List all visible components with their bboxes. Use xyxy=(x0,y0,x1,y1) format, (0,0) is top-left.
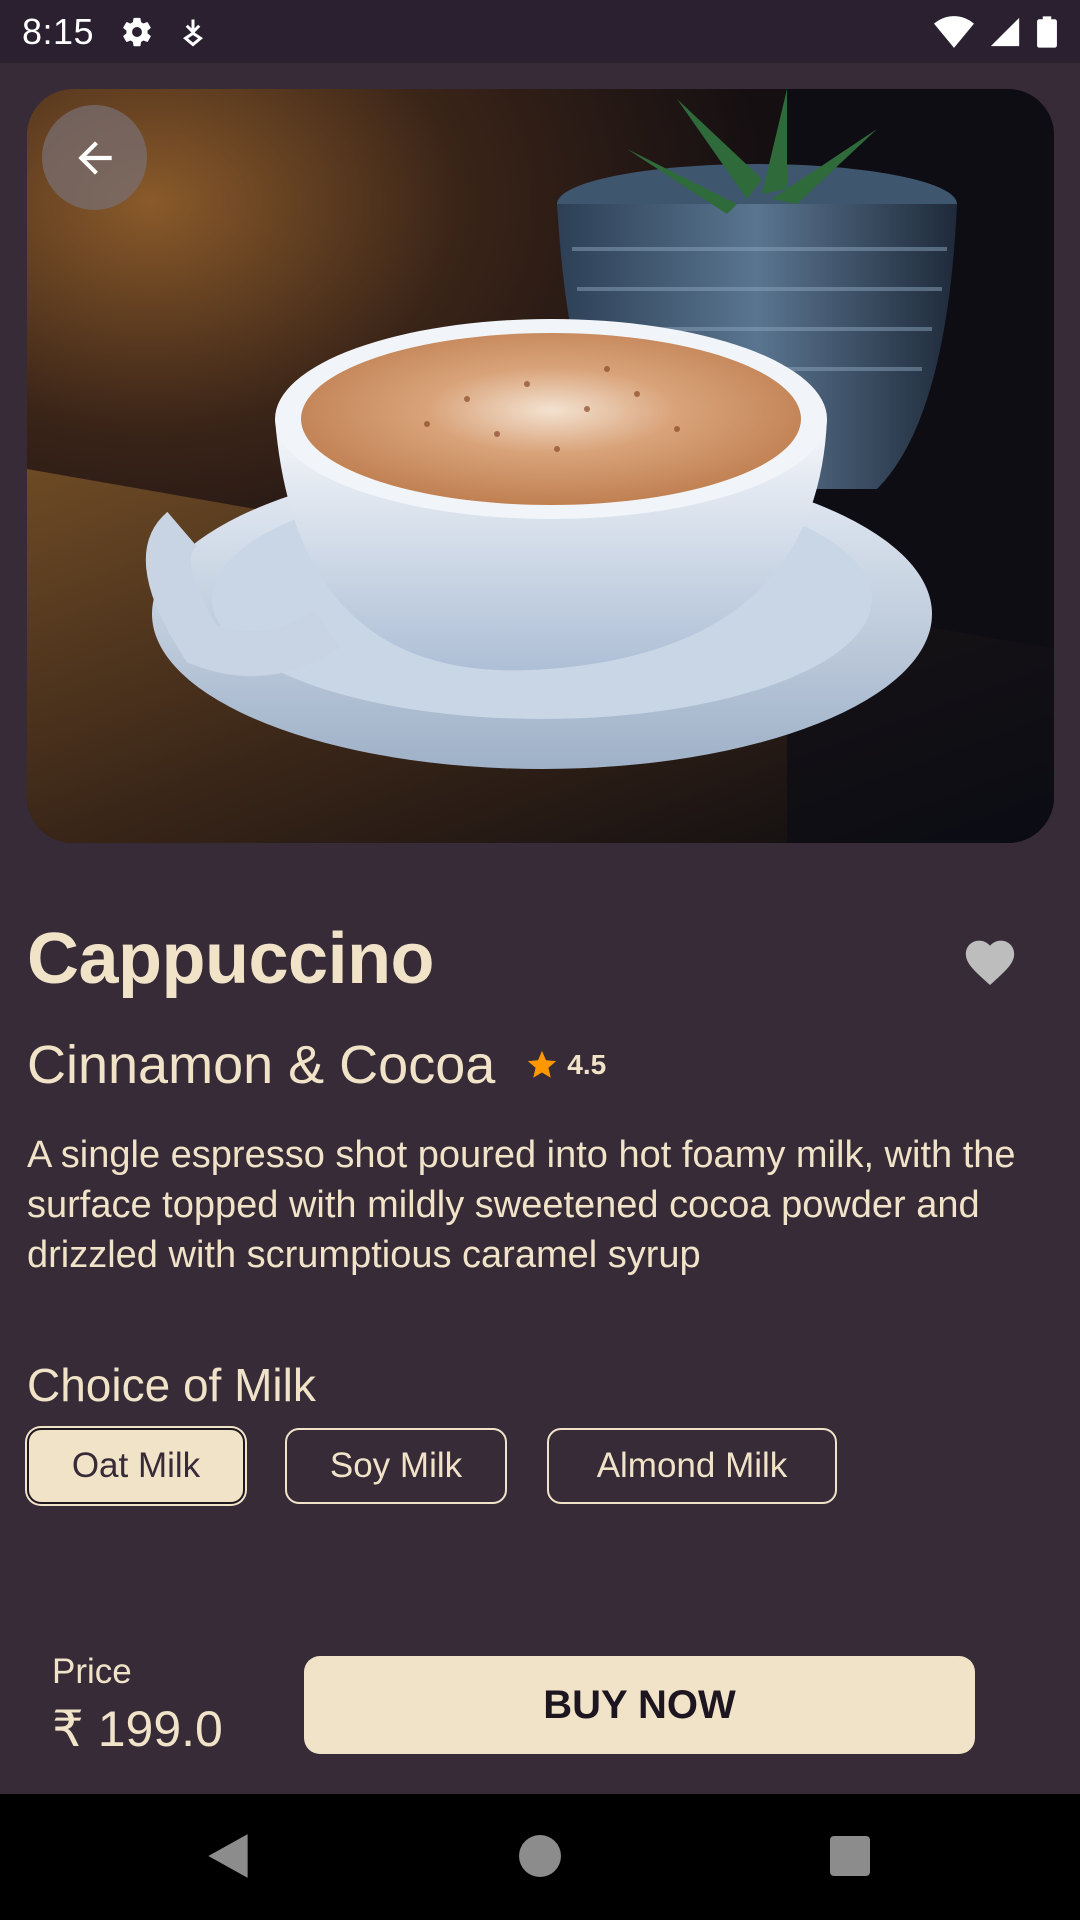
back-triangle-icon xyxy=(205,1832,251,1880)
home-circle-icon xyxy=(519,1835,561,1877)
battery-icon xyxy=(1036,15,1058,49)
arrow-left-icon xyxy=(70,133,120,183)
nav-home-button[interactable] xyxy=(508,1824,572,1888)
milk-heading: Choice of Milk xyxy=(27,1359,316,1411)
status-time: 8:15 xyxy=(22,10,95,52)
price-value: ₹ 199.0 xyxy=(52,1701,223,1757)
nav-back-button[interactable] xyxy=(196,1824,260,1888)
price-block: Price ₹ 199.0 xyxy=(52,1652,223,1758)
rating-value: 4.5 xyxy=(567,1049,607,1080)
buy-now-button[interactable]: BUY NOW xyxy=(304,1656,975,1754)
favorite-button[interactable] xyxy=(960,932,1020,988)
subtitle-row: Cinnamon & Cocoa 4.5 xyxy=(27,1034,606,1096)
product-title: Cappuccino xyxy=(27,919,435,999)
rating: 4.5 xyxy=(525,1048,606,1082)
product-image xyxy=(27,89,1054,843)
wifi-icon xyxy=(934,15,974,48)
download-icon xyxy=(180,17,206,47)
milk-option-soy[interactable]: Soy Milk xyxy=(285,1428,507,1504)
status-bar: 8:15 xyxy=(0,0,1080,63)
status-left: 8:15 xyxy=(22,11,206,53)
milk-option-oat[interactable]: Oat Milk xyxy=(27,1428,245,1504)
product-subtitle: Cinnamon & Cocoa xyxy=(27,1035,496,1095)
milk-option-almond[interactable]: Almond Milk xyxy=(547,1428,837,1504)
product-description: A single espresso shot poured into hot f… xyxy=(27,1134,1016,1276)
heart-icon xyxy=(961,933,1019,987)
price-label: Price xyxy=(52,1652,132,1691)
signal-icon xyxy=(988,15,1022,49)
gear-icon xyxy=(120,15,154,49)
nav-recents-button[interactable] xyxy=(818,1824,882,1888)
recents-square-icon xyxy=(830,1836,870,1876)
back-button[interactable] xyxy=(42,105,147,210)
milk-options: Oat Milk Soy Milk Almond Milk xyxy=(27,1428,837,1504)
status-right xyxy=(934,15,1058,49)
star-icon xyxy=(525,1048,559,1082)
navigation-bar xyxy=(0,1794,1080,1920)
